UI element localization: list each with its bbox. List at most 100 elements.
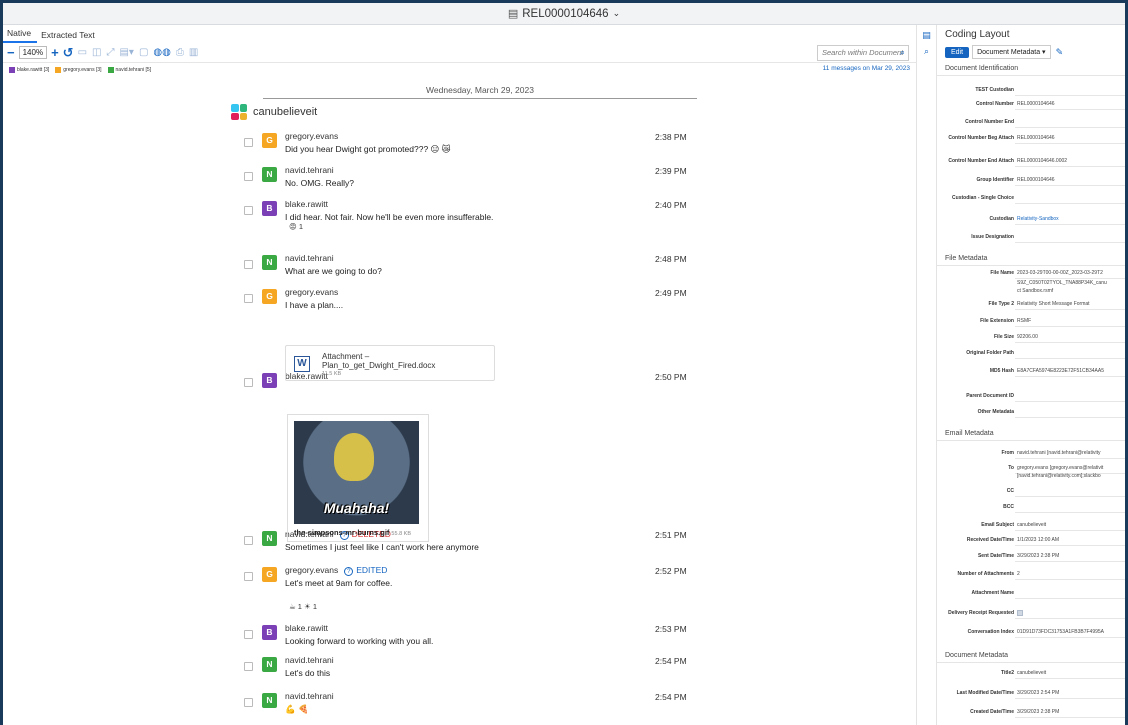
- field-label: Email Subject: [981, 522, 1014, 528]
- field-underline: [1015, 545, 1125, 546]
- field-underline: [1015, 95, 1125, 96]
- field-value[interactable]: 2: [1017, 571, 1020, 577]
- zoom-level-select[interactable]: 140%: [18, 46, 48, 59]
- field-value[interactable]: REL0000104646.0002: [1017, 158, 1067, 164]
- field-value[interactable]: navid.tehrani [navid.tehrani@relativity: [1017, 450, 1100, 456]
- field-value[interactable]: 92206.00: [1017, 334, 1038, 340]
- attachment-card[interactable]: W Attachment – Plan_to_get_Dwight_Fired.…: [285, 345, 495, 381]
- field-value[interactable]: 01D91D73FDC31753A1FB3B7F4995A: [1017, 629, 1104, 635]
- field-value[interactable]: S9Z_C050T02TYOL_TNA88P34K_canu: [1017, 280, 1107, 286]
- checkbox-icon[interactable]: [1017, 610, 1023, 616]
- edited-badge[interactable]: ? EDITED: [344, 565, 387, 576]
- fit-page-icon[interactable]: ▭: [78, 47, 87, 58]
- avatar: B: [262, 625, 277, 640]
- message-author: gregory.evans: [285, 131, 339, 141]
- field-value[interactable]: REL0000104646: [1017, 101, 1055, 107]
- message-checkbox[interactable]: [244, 378, 253, 387]
- message-time: 2:38 PM: [655, 132, 687, 142]
- message-checkbox[interactable]: [244, 260, 253, 269]
- zoom-in-button[interactable]: +: [51, 45, 59, 60]
- field-underline: [1015, 698, 1125, 699]
- reaction-badge[interactable]: ☕ 1 ☀ 1: [289, 602, 317, 611]
- message-checkbox[interactable]: [244, 536, 253, 545]
- field-value[interactable]: Relativity Short Message Format: [1017, 301, 1090, 307]
- rotate-icon[interactable]: ↺: [63, 45, 74, 61]
- message-checkbox[interactable]: [244, 572, 253, 581]
- message-time: 2:49 PM: [655, 288, 687, 298]
- message-checkbox[interactable]: [244, 172, 253, 181]
- avatar: B: [262, 373, 277, 388]
- field-value[interactable]: 3/29/2023 2:38 PM: [1017, 553, 1059, 559]
- message-text: Let's do this: [285, 668, 331, 678]
- field-label: Number of Attachments: [957, 571, 1015, 577]
- field-value[interactable]: ct Sandbox.rsmf: [1017, 288, 1053, 294]
- print-icon[interactable]: ⎙: [176, 47, 184, 58]
- fit-width-icon[interactable]: ◫: [92, 47, 101, 58]
- view-options-icon[interactable]: ◍◍: [153, 47, 170, 58]
- field-value[interactable]: 2023-03-29T00-00-00Z_2023-03-29T2: [1017, 270, 1103, 276]
- message-time: 2:54 PM: [655, 656, 687, 666]
- message-checkbox[interactable]: [244, 698, 253, 707]
- message-text: I did hear. Not fair. Now he'll be even …: [285, 212, 494, 222]
- filter-chip-navid[interactable]: navid.tehrani [5]: [107, 66, 151, 73]
- message-checkbox[interactable]: [244, 138, 253, 147]
- field-value[interactable]: canubelieveit: [1017, 522, 1046, 528]
- field-value[interactable]: 3/29/2023 2:54 PM: [1017, 690, 1059, 696]
- filter-chip-blake[interactable]: blake.rawitt [3]: [9, 66, 49, 73]
- message-count[interactable]: 11 messages on Mar 29, 2023: [823, 65, 910, 72]
- message-author: navid.tehrani: [285, 691, 334, 701]
- field-value[interactable]: 3/29/2023 2:38 PM: [1017, 709, 1059, 715]
- avatar: G: [262, 289, 277, 304]
- field-value[interactable]: [1017, 610, 1023, 618]
- message-checkbox[interactable]: [244, 206, 253, 215]
- tab-native[interactable]: Native: [3, 28, 38, 43]
- field-underline: [1015, 512, 1125, 513]
- attachment-filename[interactable]: Plan_to_get_Dwight_Fired.docx: [322, 361, 435, 370]
- app-window: ▤ REL0000104646 ⌄ Native Extracted Text …: [3, 3, 1125, 725]
- attachment-size: 11.5 KB: [322, 371, 342, 377]
- coding-fields: Document Identification File Metadata Emai…: [937, 25, 1125, 725]
- field-value[interactable]: 1/1/2023 12:00 AM: [1017, 537, 1059, 543]
- filter-chip-gregory[interactable]: gregory.evans [3]: [55, 66, 102, 73]
- field-label: TEST Custodian: [975, 87, 1014, 93]
- search-input[interactable]: Search within Document ⌕: [817, 45, 909, 61]
- search-icon[interactable]: ⌕: [900, 47, 905, 58]
- highlight-icon[interactable]: ▤▾: [119, 47, 133, 58]
- fullscreen-icon[interactable]: ⤢: [106, 47, 114, 58]
- tab-extracted-text[interactable]: Extracted Text: [37, 30, 101, 43]
- field-value[interactable]: Relativity-Sandbox: [1017, 216, 1059, 222]
- document-panel-icon[interactable]: ▤: [922, 30, 931, 41]
- help-icon[interactable]: ?: [344, 567, 354, 576]
- message-checkbox[interactable]: [244, 294, 253, 303]
- message-checkbox[interactable]: [244, 630, 253, 639]
- field-label: From: [1001, 450, 1015, 456]
- download-icon[interactable]: ▥: [189, 47, 198, 58]
- field-label: Title2: [1001, 670, 1014, 676]
- redact-icon[interactable]: ▢: [139, 47, 148, 58]
- field-label: Parent Document ID: [966, 393, 1014, 399]
- message-author: navid.tehrani: [285, 165, 334, 175]
- message-checkbox[interactable]: [244, 662, 253, 671]
- chevron-down-icon[interactable]: ⌄: [613, 8, 621, 19]
- field-label: MD5 Hash: [989, 368, 1014, 374]
- section-header: Document Metadata: [937, 648, 1125, 663]
- field-value[interactable]: REL0000104646: [1017, 135, 1055, 141]
- message-author: gregory.evans? EDITED: [285, 565, 388, 576]
- field-value[interactable]: gregory.evans [gregory.evans@relativit: [1017, 465, 1103, 471]
- field-value[interactable]: RSMF: [1017, 318, 1031, 324]
- field-value[interactable]: canubelieveit: [1017, 670, 1046, 676]
- gif-attachment[interactable]: Muahaha! the-simpsons-mr-burns.gif 55.8 K…: [287, 414, 429, 542]
- field-underline: [1015, 530, 1125, 531]
- field-value[interactable]: REL0000104646: [1017, 177, 1055, 183]
- search-panel-icon[interactable]: ⌕: [924, 46, 929, 57]
- field-underline: [1015, 579, 1125, 580]
- title-bar[interactable]: ▤ REL0000104646 ⌄: [3, 3, 1125, 25]
- field-value[interactable]: [navid.tehrani@relativity.com];slackbo: [1017, 473, 1101, 479]
- field-value[interactable]: E8A7CFA5974E8223E72F51CB34AA5: [1017, 368, 1104, 374]
- avatar: N: [262, 167, 277, 182]
- gif-image[interactable]: Muahaha!: [294, 421, 419, 524]
- zoom-out-button[interactable]: −: [7, 45, 15, 60]
- reaction-badge[interactable]: 😡 1: [289, 222, 303, 231]
- field-underline: [1015, 637, 1125, 638]
- field-underline: [1015, 496, 1125, 497]
